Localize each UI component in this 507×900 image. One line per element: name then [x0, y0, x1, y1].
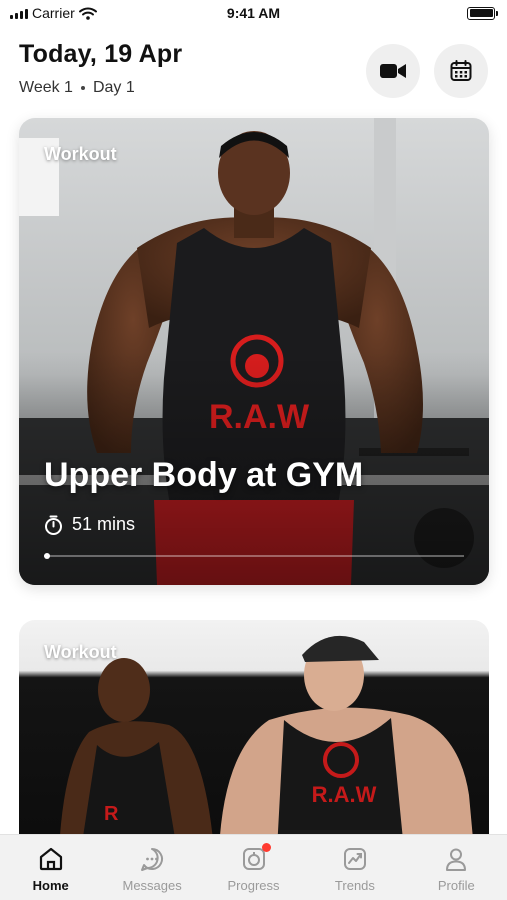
trend-chart-icon	[341, 845, 369, 873]
notification-badge	[261, 843, 271, 852]
week-label: Week 1	[19, 79, 73, 96]
battery-icon	[467, 6, 498, 20]
video-progress-thumb[interactable]	[44, 553, 50, 559]
workout-card-second[interactable]: R R.A.W Workout	[19, 620, 489, 850]
duration-label: 51 mins	[72, 514, 136, 534]
tab-profile[interactable]: Profile	[406, 835, 507, 900]
workout-card-upper-body[interactable]: R.A.W Workout Upper Body at GYM 51 mins	[19, 118, 489, 585]
tab-label: Profile	[437, 878, 475, 893]
video-camera-icon	[380, 64, 406, 78]
tab-bar: Home Messages Progress Trends Profile	[0, 834, 507, 900]
home-icon	[37, 845, 65, 873]
tab-label: Trends	[334, 878, 375, 893]
svg-text:R.A.W: R.A.W	[312, 782, 377, 807]
stopwatch-icon	[45, 515, 62, 535]
battery-fill	[469, 9, 493, 17]
day-label: Day 1	[92, 79, 135, 96]
carrier-label: Carrier	[32, 5, 75, 21]
svg-text:R: R	[104, 803, 119, 825]
user-icon	[442, 845, 470, 873]
tab-label: Messages	[122, 878, 182, 893]
calendar-icon	[450, 60, 472, 81]
card-category-label: Workout	[44, 144, 117, 164]
card-category-label: Workout	[44, 642, 117, 662]
video-button[interactable]	[366, 44, 420, 98]
tab-label: Progress	[227, 878, 280, 893]
carrier-group: Carrier	[10, 5, 97, 21]
calendar-button[interactable]	[434, 44, 488, 98]
tab-trends[interactable]: Trends	[304, 835, 405, 900]
status-bar: Carrier 9:41 AM	[0, 0, 507, 26]
tab-messages[interactable]: Messages	[101, 835, 202, 900]
progress-icon	[240, 843, 271, 873]
video-progress-track[interactable]	[44, 553, 464, 559]
tab-label: Home	[32, 878, 69, 893]
card-title: Upper Body at GYM	[44, 456, 364, 494]
signal-icon	[10, 8, 28, 19]
header: Today, 19 Apr Week 1 Day 1	[19, 40, 488, 104]
separator-dot	[80, 86, 85, 90]
wifi-icon	[78, 7, 97, 20]
tab-home[interactable]: Home	[0, 835, 101, 900]
tab-progress[interactable]: Progress	[203, 835, 304, 900]
card-duration: 51 mins	[44, 514, 135, 535]
chat-icon	[138, 845, 166, 873]
